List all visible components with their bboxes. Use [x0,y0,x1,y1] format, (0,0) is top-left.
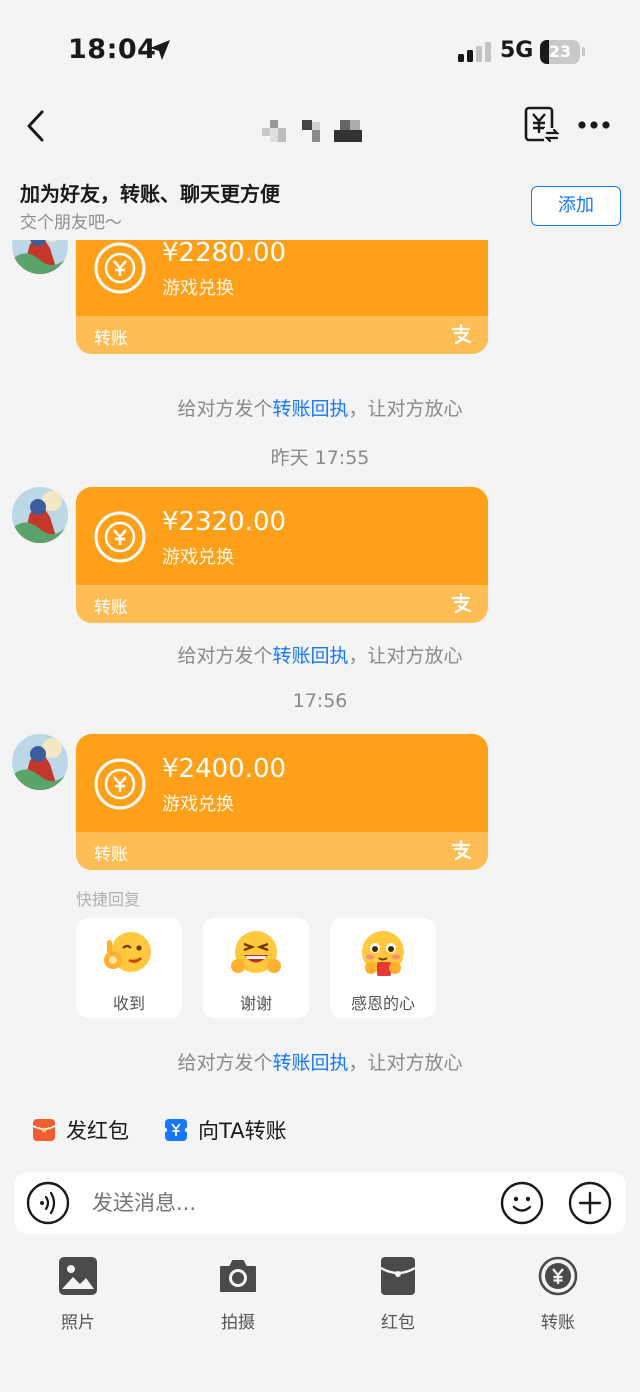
battery-tip [582,47,585,56]
send-red-packet-button[interactable]: 发红包 [32,1114,129,1146]
location-arrow-icon [150,40,170,60]
send-red-packet-label: 发红包 [66,1119,129,1143]
voice-icon[interactable] [26,1181,70,1225]
yuan-coin-icon [94,511,146,563]
back-chevron-icon[interactable] [20,106,54,146]
yuan-coin-icon [94,758,146,810]
transfer-to-ta-button[interactable]: 向TA转账 [164,1114,287,1146]
quick-reply-received[interactable]: 收到 [76,918,182,1018]
quick-reply-text: 谢谢 [239,994,272,1013]
alipay-icon [451,839,472,861]
transfer-message: ¥2400.00 游戏兑换 转账 [0,734,640,870]
transfer-card-footer: 转账 [76,585,488,623]
transfer-amount: ¥2400.00 [162,754,287,784]
camera-icon [220,1260,256,1292]
hint-text: ，让对方放心 [348,398,463,420]
grateful-emoji-icon [362,931,404,976]
laugh-emoji-icon [231,931,281,973]
add-friend-button[interactable]: 添加 [531,186,621,226]
chat-area[interactable]: ¥2280.00 游戏兑换 转账 给对方发个转账回执，让对方放心 昨天 17:5… [0,240,640,1110]
transfer-label: 转账 [94,845,128,865]
quick-reply-text: 感恩的心 [350,994,415,1013]
hint-text: 给对方发个 [177,645,273,667]
transfer-card-body: ¥2400.00 游戏兑换 [76,734,488,832]
avatar[interactable] [12,734,68,790]
transfer-to-ta-label: 向TA转账 [198,1119,287,1143]
signal-icon [458,42,491,62]
tool-label: 拍摄 [221,1313,255,1333]
tool-label: 照片 [61,1313,95,1333]
message-input-bar [14,1172,626,1234]
receipt-link[interactable]: 转账回执 [272,645,348,667]
add-friend-subtitle: 交个朋友吧～ [20,213,122,233]
transfer-yuan-icon [164,1119,188,1141]
quick-reply-thanks[interactable]: 谢谢 [203,918,309,1018]
network-type: 5G [500,38,534,63]
emoji-icon[interactable] [500,1181,544,1225]
hint-text: ，让对方放心 [348,1052,463,1074]
hint-text: 给对方发个 [177,1052,273,1074]
masked-contact-name [262,118,362,144]
transfer-card[interactable]: ¥2400.00 游戏兑换 转账 [76,734,488,870]
transfer-label: 转账 [94,598,128,618]
ok-emoji-icon [104,932,151,972]
transfer-card-footer: 转账 [76,832,488,870]
tool-label: 转账 [541,1313,575,1333]
status-bar: 18:04 5G 23 [0,0,640,100]
timestamp: 昨天 17:55 [270,447,370,469]
tool-red-packet[interactable]: 红包 [358,1256,438,1336]
transfer-label: 转账 [94,329,128,349]
message-input[interactable] [92,1172,472,1234]
battery-level-text: 23 [548,42,572,61]
timestamp: 17:56 [292,690,348,712]
tool-label: 红包 [381,1313,415,1333]
quick-reply-label: 快捷回复 [76,890,141,909]
quick-reply-text: 收到 [112,994,145,1013]
receipt-hint: 给对方发个转账回执，让对方放心 [0,394,640,421]
transfer-card-body: ¥2280.00 游戏兑换 [76,240,488,316]
alipay-icon [451,592,472,614]
avatar[interactable] [12,487,68,543]
transfer-description: 游戏兑换 [162,794,234,815]
tool-transfer[interactable]: 转账 [518,1256,598,1336]
transfer-card-footer: 转账 [76,316,488,354]
transfer-message: ¥2280.00 游戏兑换 转账 [0,240,640,354]
status-time: 18:04 [68,34,157,65]
receipt-hint: 给对方发个转账回执，让对方放心 [0,1048,640,1075]
transfer-amount: ¥2280.00 [162,240,287,268]
more-icon[interactable] [574,110,614,140]
quick-reply-grateful[interactable]: 感恩的心 [330,918,436,1018]
battery-indicator: 23 [540,40,580,64]
receipt-link[interactable]: 转账回执 [272,1052,348,1074]
transfer-icon [538,1256,578,1296]
hint-text: ，让对方放心 [348,645,463,667]
transfer-description: 游戏兑换 [162,547,234,568]
alipay-icon [451,323,472,345]
yuan-receipt-icon[interactable] [520,104,560,146]
hint-text: 给对方发个 [177,398,273,420]
receipt-link[interactable]: 转账回执 [272,398,348,420]
transfer-amount: ¥2320.00 [162,507,287,537]
red-packet-icon [380,1257,416,1295]
transfer-card[interactable]: ¥2320.00 游戏兑换 转账 [76,487,488,623]
transfer-description: 游戏兑换 [162,278,234,299]
tool-photo[interactable]: 照片 [38,1256,118,1336]
add-friend-title: 加为好友，转账、聊天更方便 [20,182,280,206]
plus-icon[interactable] [568,1181,612,1225]
photo-icon [59,1257,97,1295]
yuan-coin-icon [94,242,146,294]
tool-camera[interactable]: 拍摄 [198,1256,278,1336]
receipt-hint: 给对方发个转账回执，让对方放心 [0,641,640,668]
transfer-card-body: ¥2320.00 游戏兑换 [76,487,488,585]
transfer-card[interactable]: ¥2280.00 游戏兑换 转账 [76,240,488,354]
transfer-message: ¥2320.00 游戏兑换 转账 [0,487,640,623]
red-packet-icon [32,1119,56,1141]
avatar[interactable] [12,240,68,274]
